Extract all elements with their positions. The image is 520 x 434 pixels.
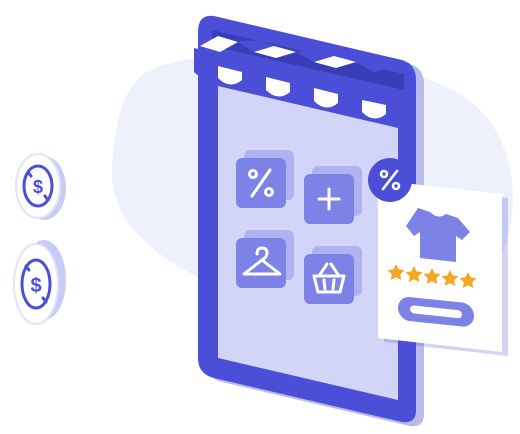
svg-text:$: $ [33, 177, 43, 197]
tile-hanger[interactable] [236, 230, 294, 288]
tile-discount[interactable] [236, 150, 294, 208]
percent-badge-icon [368, 158, 412, 202]
dollar-coin-icon: $ [13, 240, 66, 325]
dollar-coin-icon: $ [15, 153, 66, 220]
svg-text:$: $ [30, 275, 41, 297]
product-card[interactable] [378, 180, 508, 356]
shop-illustration: $ $ [0, 0, 520, 434]
tile-add[interactable] [304, 166, 362, 224]
tile-basket[interactable] [304, 246, 362, 304]
